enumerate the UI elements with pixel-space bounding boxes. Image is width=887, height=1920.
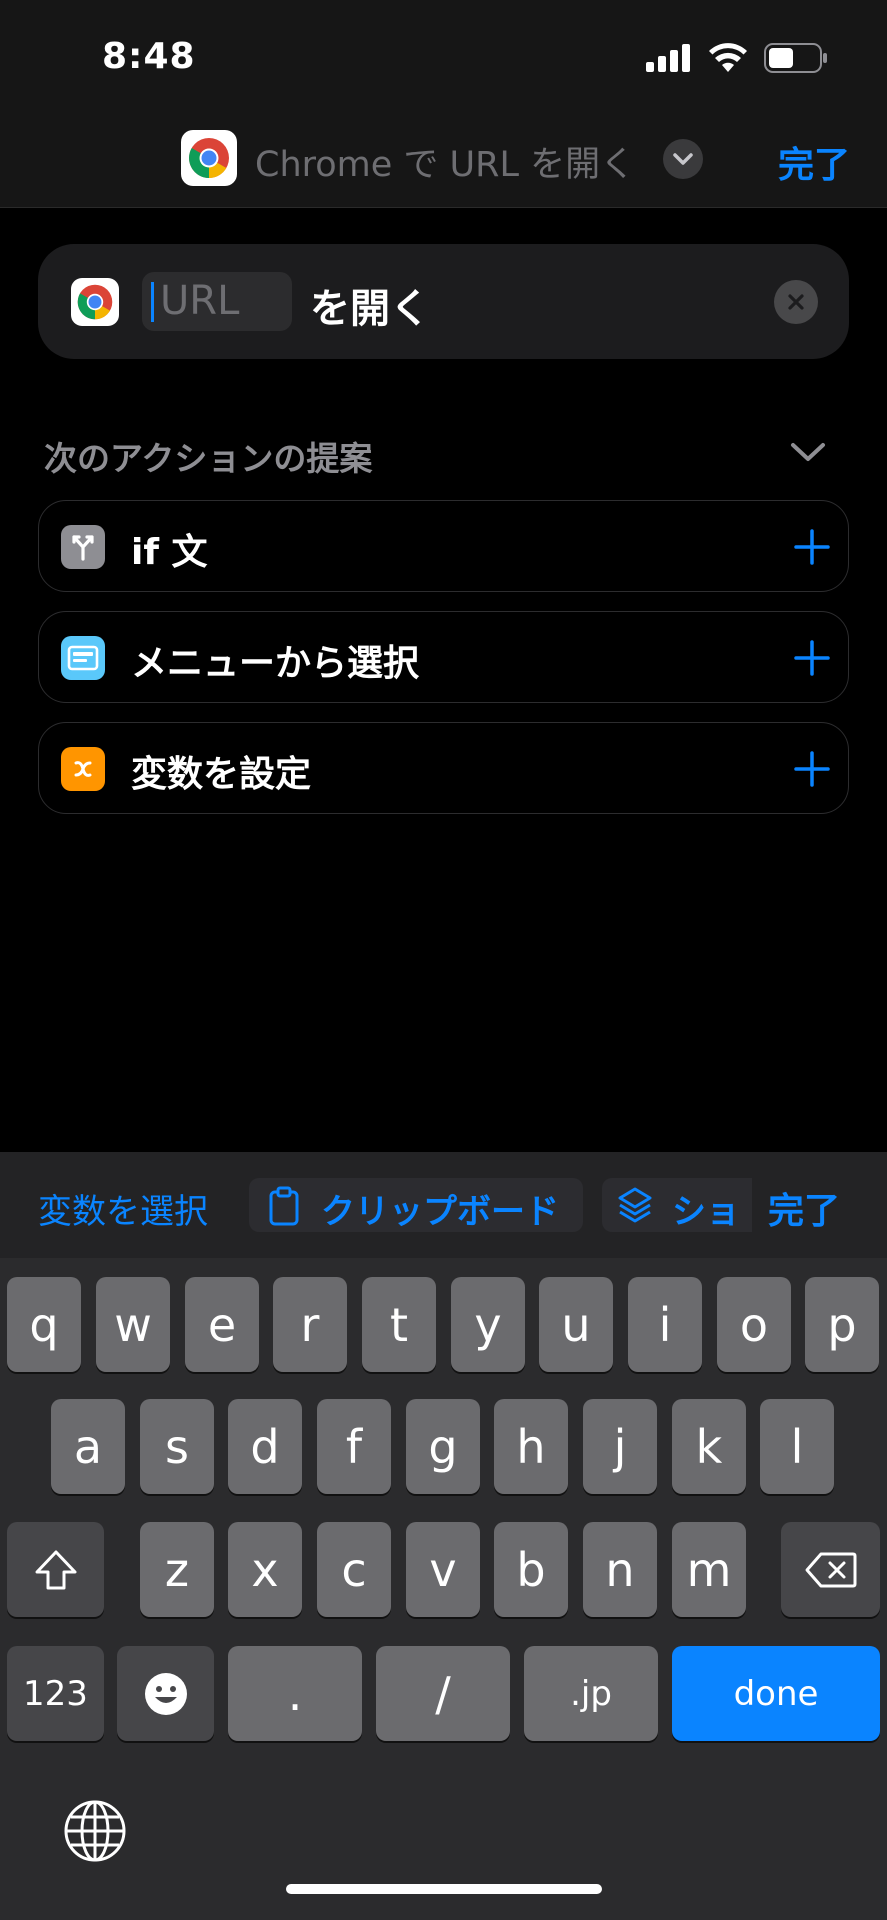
key-l[interactable]: l [760,1399,834,1494]
key-y[interactable]: y [451,1277,525,1372]
key-r[interactable]: r [273,1277,347,1372]
suggestion-label: 変数を設定 [131,754,312,795]
wifi-icon [709,43,747,72]
status-time: 8:48 [102,36,196,77]
suggestion-label: if 文 [131,532,208,573]
globe-icon[interactable] [62,1798,128,1864]
suggestion-if[interactable]: if 文 [38,500,849,592]
chevron-down-icon[interactable] [789,437,827,467]
url-placeholder: URL [160,278,240,324]
key-f[interactable]: f [317,1399,391,1494]
shift-icon [35,1550,76,1589]
key-o[interactable]: o [717,1277,791,1372]
key-s[interactable]: s [140,1399,214,1494]
key-v[interactable]: v [406,1522,480,1617]
shortcut-input-button[interactable]: ショ [602,1178,752,1232]
slash-key[interactable]: / [376,1646,510,1741]
branch-icon [61,525,105,569]
key-x[interactable]: x [228,1522,302,1617]
keyboard: q w e r t y u i o p a s d f g h j k l z … [0,1258,887,1920]
chevron-down-icon[interactable] [663,139,703,179]
clear-button[interactable] [774,280,818,324]
suggestion-set-variable[interactable]: 変数を設定 [38,722,849,814]
action-label: を開く [310,286,430,332]
emoji-icon [144,1672,187,1715]
home-indicator [286,1884,602,1894]
shortcut-title[interactable]: Chrome で URL を開く [255,136,635,187]
cellular-signal-icon [646,44,690,72]
emoji-key[interactable] [117,1646,214,1741]
key-n[interactable]: n [583,1522,657,1617]
clipboard-label: クリップボード [321,1192,559,1232]
key-w[interactable]: w [96,1277,170,1372]
shortcut-label: ショ [672,1192,740,1232]
clipboard-icon [269,1186,299,1226]
url-input[interactable]: URL [142,272,292,331]
add-icon[interactable] [790,525,834,569]
key-c[interactable]: c [317,1522,391,1617]
dot-key[interactable]: . [228,1646,362,1741]
key-q[interactable]: q [7,1277,81,1372]
key-d[interactable]: d [228,1399,302,1494]
key-g[interactable]: g [406,1399,480,1494]
suggestion-choose-from-menu[interactable]: メニューから選択 [38,611,849,703]
accessory-done-button[interactable]: 完了 [768,1182,840,1234]
status-bar: 8:48 [0,0,887,115]
key-k[interactable]: k [672,1399,746,1494]
battery-icon [764,43,827,73]
close-icon [788,294,804,310]
key-m[interactable]: m [672,1522,746,1617]
key-h[interactable]: h [494,1399,568,1494]
numbers-key[interactable]: 123 [7,1646,104,1741]
key-j[interactable]: j [583,1399,657,1494]
key-u[interactable]: u [539,1277,613,1372]
key-z[interactable]: z [140,1522,214,1617]
key-t[interactable]: t [362,1277,436,1372]
key-i[interactable]: i [628,1277,702,1372]
keyboard-accessory-bar: 変数を選択 クリップボード ショ 完了 [0,1152,887,1258]
variable-x-icon [61,747,105,791]
delete-backward-icon [805,1552,856,1587]
key-a[interactable]: a [51,1399,125,1494]
menu-icon [61,636,105,680]
chrome-icon [181,130,237,186]
clipboard-button[interactable]: クリップボード [249,1178,583,1232]
suggestion-label: メニューから選択 [131,643,420,684]
delete-key[interactable] [781,1522,880,1617]
done-button[interactable]: 完了 [778,136,850,188]
navigation-bar: Chrome で URL を開く 完了 [0,115,887,208]
shift-key[interactable] [7,1522,104,1617]
key-p[interactable]: p [805,1277,879,1372]
text-cursor [151,282,154,322]
suggestions-header: 次のアクションの提案 [44,439,373,478]
select-variable-button[interactable]: 変数を選択 [38,1184,208,1233]
shortcuts-icon [618,1187,652,1223]
add-icon[interactable] [790,636,834,680]
done-key[interactable]: done [672,1646,880,1741]
action-card[interactable]: URL を開く [38,244,849,359]
add-icon[interactable] [790,747,834,791]
key-e[interactable]: e [185,1277,259,1372]
jp-domain-key[interactable]: .jp [524,1646,658,1741]
key-b[interactable]: b [494,1522,568,1617]
chrome-icon [71,278,119,326]
